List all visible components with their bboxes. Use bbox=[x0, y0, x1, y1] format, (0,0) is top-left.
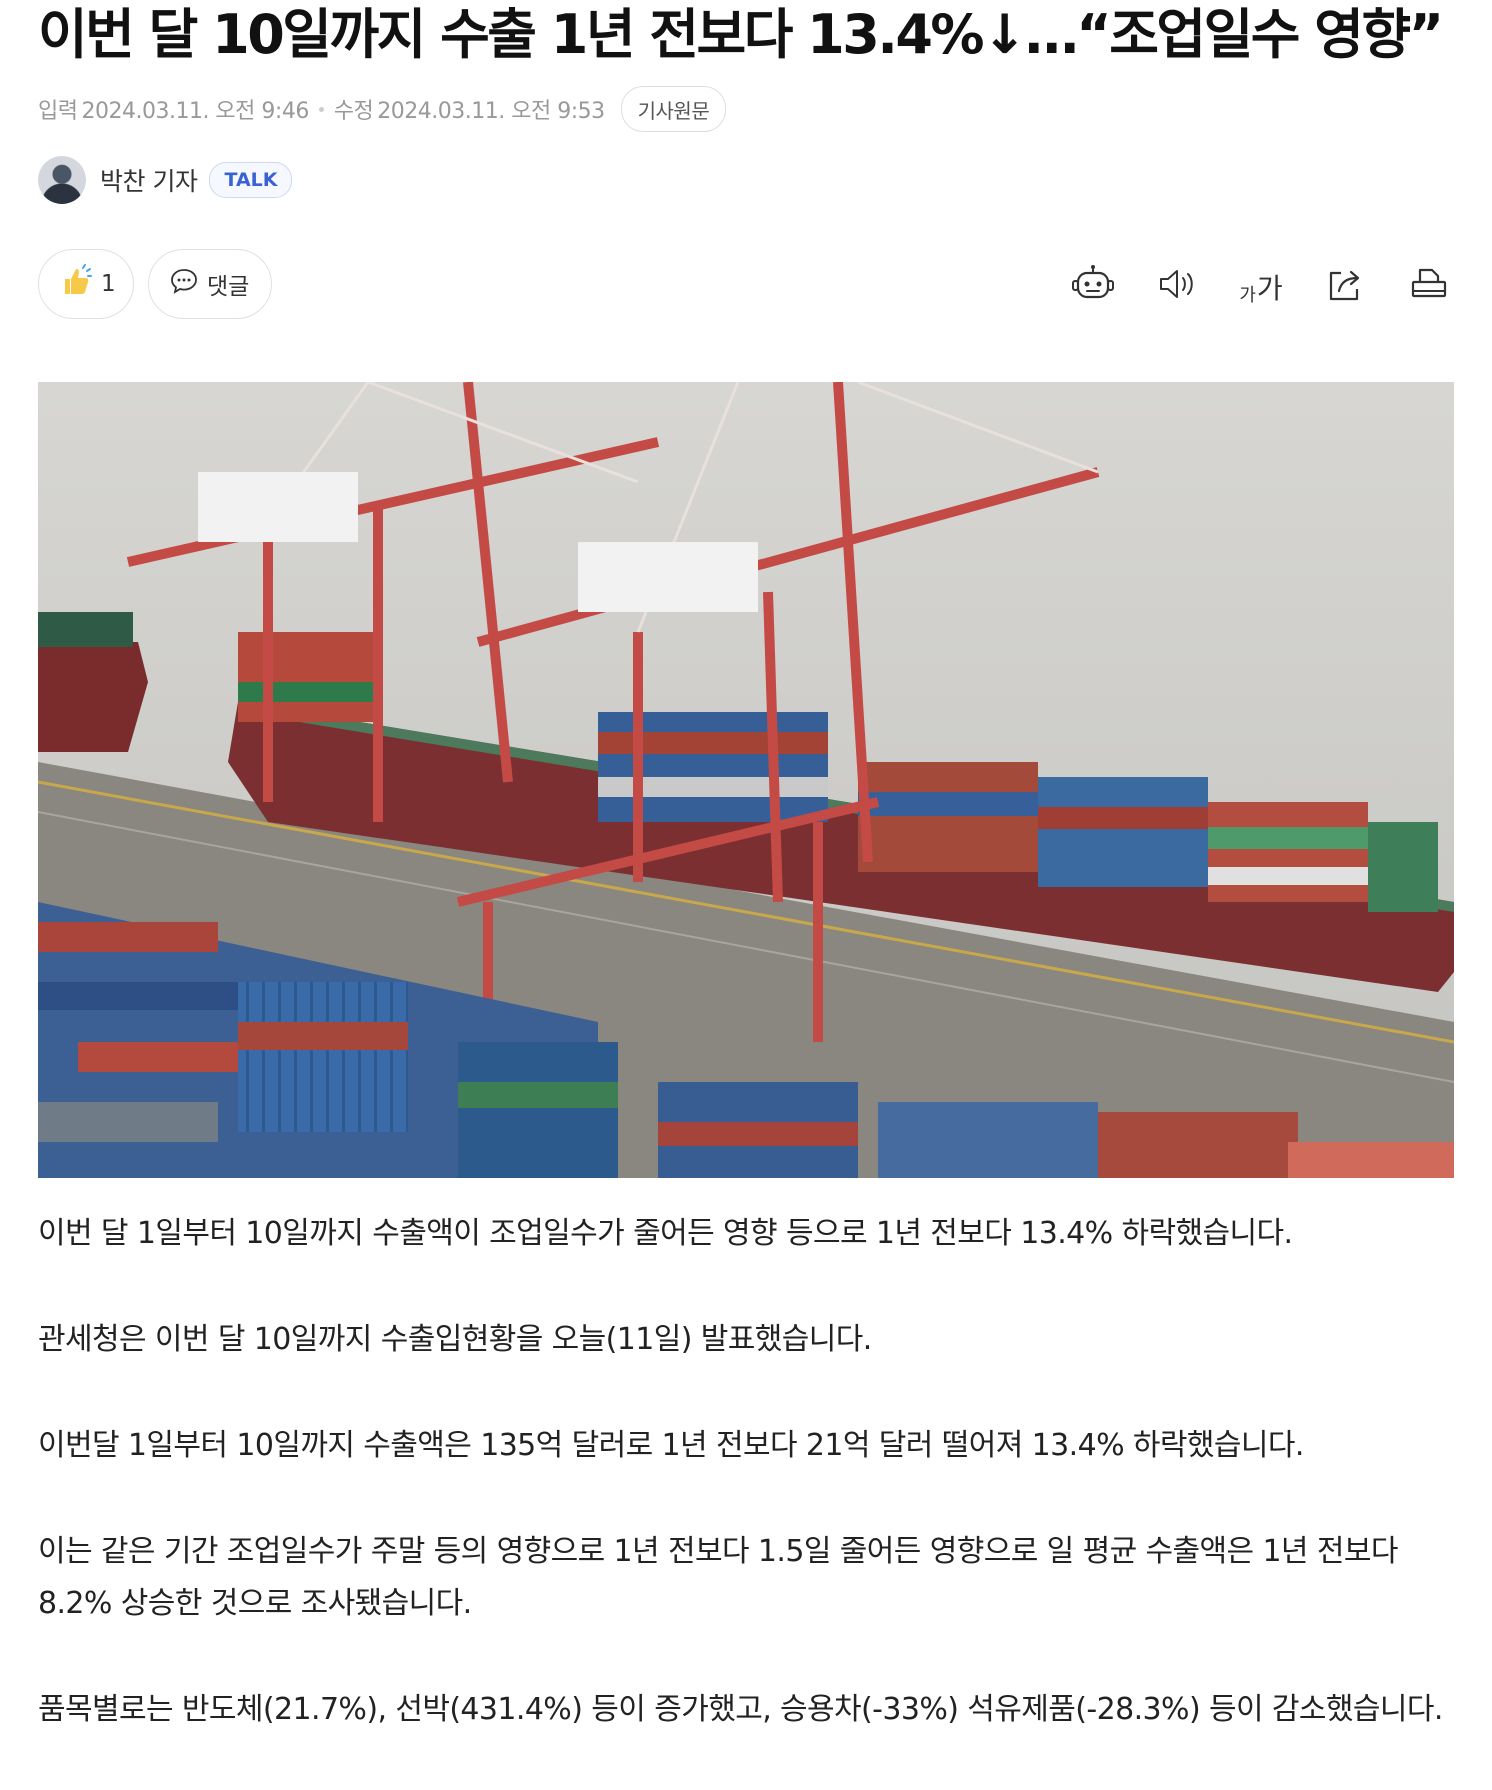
meta-separator bbox=[318, 106, 324, 112]
speaker-icon[interactable] bbox=[1154, 261, 1200, 307]
input-time: 2024.03.11. 오전 9:46 bbox=[81, 99, 309, 124]
thumbs-up-icon bbox=[59, 264, 93, 304]
article-paragraph: 품목별로는 반도체(21.7%), 선박(431.4%) 등이 증가했고, 승용… bbox=[38, 1692, 1443, 1727]
article: 이번 달 10일까지 수출 1년 전보다 13.4%↓…“조업일수 영향” 입력… bbox=[0, 0, 1492, 1778]
like-button[interactable]: 1 bbox=[38, 249, 134, 319]
article-body: 이번 달 1일부터 10일까지 수출액이 조업일수가 줄어든 영향 등으로 1년… bbox=[38, 1208, 1454, 1790]
original-article-button[interactable]: 기사원문 bbox=[620, 86, 727, 132]
font-size-small-label: 가 bbox=[1239, 285, 1256, 306]
input-label: 입력 bbox=[38, 99, 78, 124]
headline: 이번 달 10일까지 수출 1년 전보다 13.4%↓…“조업일수 영향” bbox=[38, 3, 1444, 66]
font-size-button[interactable]: 가가 bbox=[1238, 261, 1284, 307]
article-paragraph: 이는 같은 기간 조업일수가 주말 등의 영향으로 1년 전보다 1.5일 줄어… bbox=[38, 1534, 1398, 1621]
article-paragraph: 이번달 1일부터 10일까지 수출액은 135억 달러로 1년 전보다 21억 … bbox=[38, 1428, 1304, 1463]
edit-label: 수정 bbox=[333, 99, 374, 124]
container-port-illustration bbox=[38, 382, 1454, 1178]
share-icon[interactable] bbox=[1322, 261, 1368, 307]
comment-label: 댓글 bbox=[207, 274, 250, 300]
edit-time: 2024.03.11. 오전 9:53 bbox=[377, 99, 605, 124]
article-paragraph: 관세청은 이번 달 10일까지 수출입현황을 오늘(11일) 발표했습니다. bbox=[38, 1322, 872, 1357]
article-meta: 입력 2024.03.11. 오전 9:46 수정 2024.03.11. 오전… bbox=[38, 84, 1454, 134]
reporter-info: 박찬 기자 TALK bbox=[38, 150, 1454, 210]
article-photo-container-port bbox=[38, 382, 1454, 1178]
comment-button[interactable]: 댓글 bbox=[148, 249, 272, 319]
like-count: 1 bbox=[101, 271, 116, 297]
talk-button[interactable]: TALK bbox=[209, 162, 293, 198]
article-paragraph: 이번 달 1일부터 10일까지 수출액이 조업일수가 줄어든 영향 등으로 1년… bbox=[38, 1216, 1293, 1251]
robot-icon[interactable] bbox=[1070, 261, 1116, 307]
article-action-bar: 1 댓글 가 가 bbox=[38, 246, 1454, 322]
speech-bubble-icon bbox=[169, 266, 199, 302]
reporter-avatar[interactable] bbox=[38, 156, 86, 204]
font-size-large-label: 가 bbox=[1256, 272, 1283, 305]
reporter-name[interactable]: 박찬 기자 bbox=[100, 162, 198, 198]
print-icon[interactable] bbox=[1406, 261, 1452, 307]
